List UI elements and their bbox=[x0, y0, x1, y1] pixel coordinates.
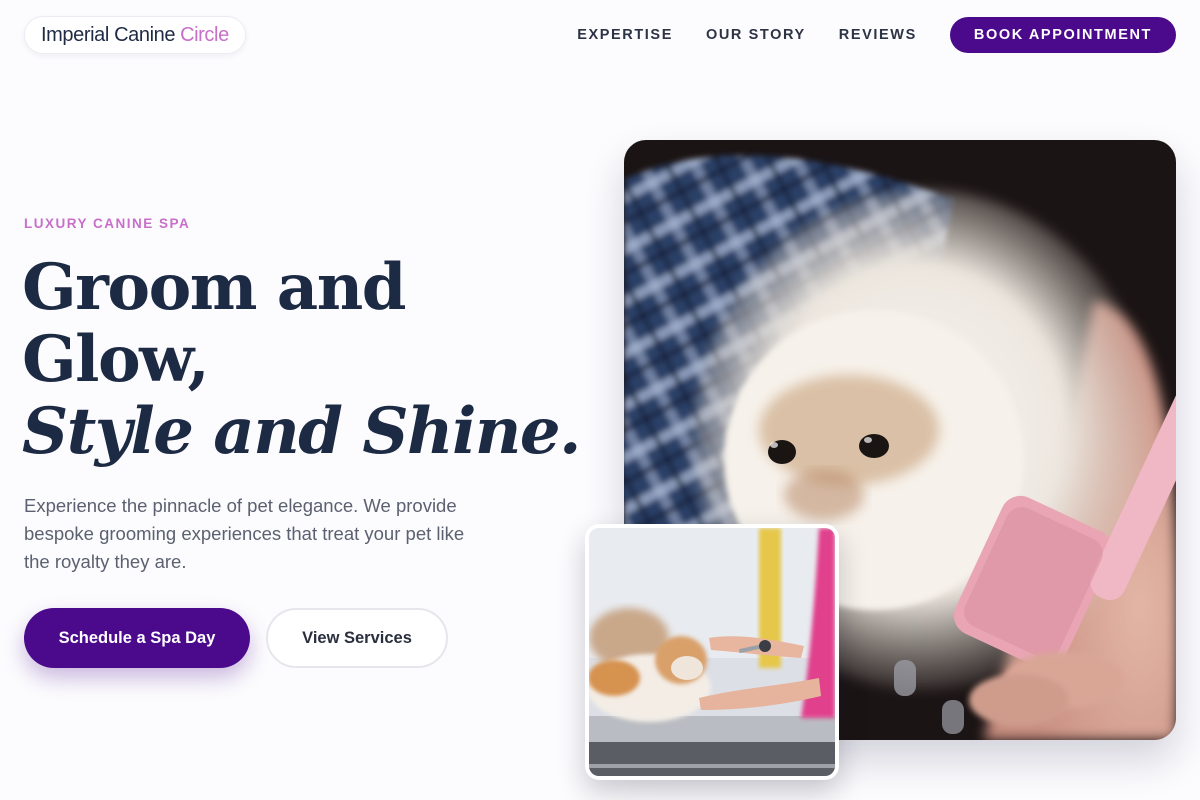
headline-line-1: Groom and bbox=[22, 250, 407, 325]
nav-link-reviews[interactable]: REVIEWS bbox=[839, 27, 917, 43]
book-appointment-button[interactable]: BOOK APPOINTMENT bbox=[949, 17, 1176, 53]
main-nav: EXPERTISE OUR STORY REVIEWS BOOK APPOINT… bbox=[577, 17, 1176, 53]
site-header: Imperial Canine Circle EXPERTISE OUR STO… bbox=[0, 0, 1200, 70]
schedule-spa-day-button[interactable]: Schedule a Spa Day bbox=[24, 608, 250, 668]
nav-link-our-story[interactable]: OUR STORY bbox=[706, 27, 806, 43]
hero-description: Experience the pinnacle of pet elegance.… bbox=[24, 495, 465, 572]
headline-line-3: Style and Shine. bbox=[22, 394, 581, 469]
view-services-button[interactable]: View Services bbox=[266, 608, 448, 668]
groomer-inset-photo bbox=[585, 524, 839, 780]
brand-name: Imperial Canine bbox=[41, 23, 176, 46]
brand-name-accent: Circle bbox=[180, 23, 229, 46]
hero-eyebrow: LUXURY CANINE SPA bbox=[24, 216, 191, 231]
hero-headline: Groom and Glow, Style and Shine. bbox=[22, 252, 582, 468]
brand-logo[interactable]: Imperial Canine Circle bbox=[24, 16, 246, 54]
nav-link-expertise[interactable]: EXPERTISE bbox=[577, 27, 673, 43]
headline-line-2: Glow, bbox=[22, 322, 210, 397]
